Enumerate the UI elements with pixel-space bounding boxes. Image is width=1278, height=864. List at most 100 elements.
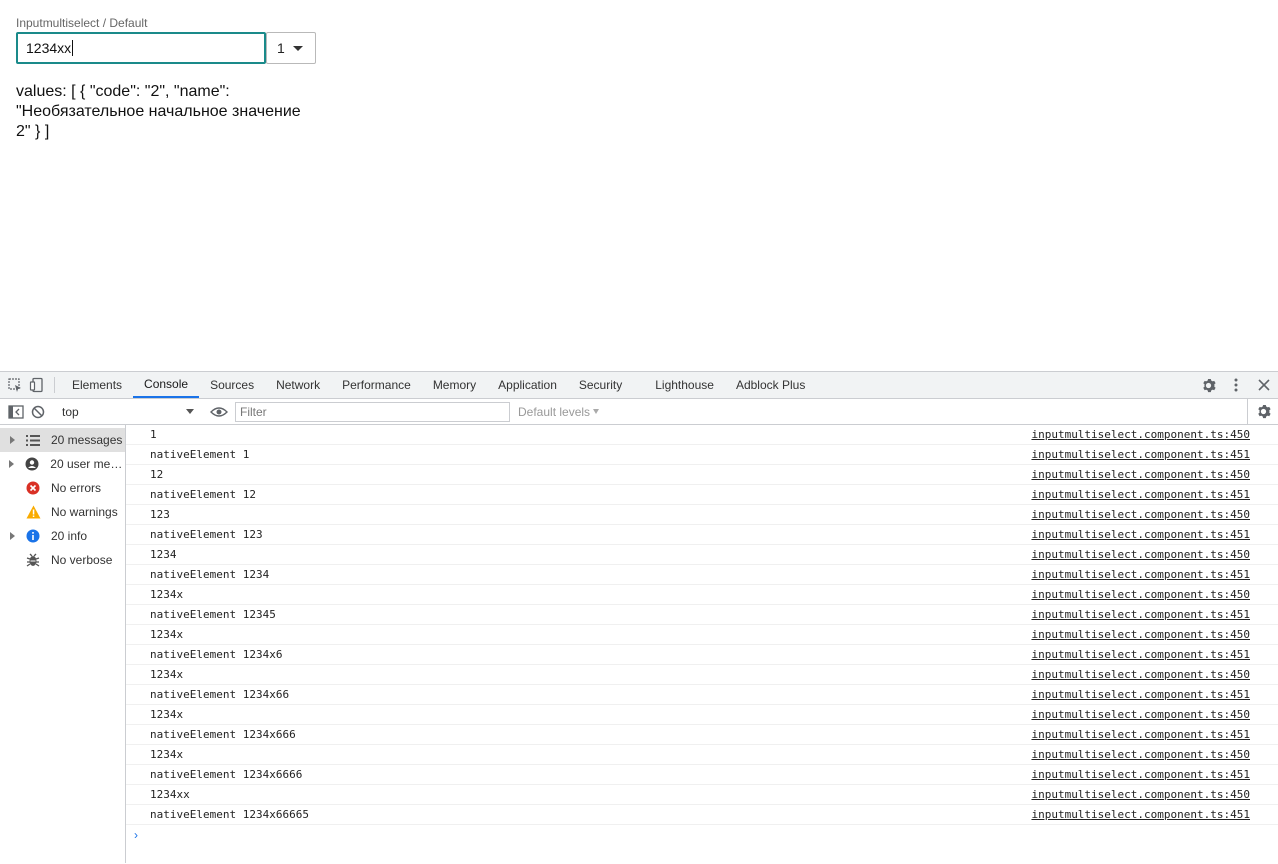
error-icon [24, 481, 42, 495]
devtools-tabbar: Elements Console Sources Network Perform… [0, 372, 1278, 399]
tab-security[interactable]: Security [568, 372, 633, 398]
log-source-link[interactable]: inputmultiselect.component.ts:451 [1031, 808, 1250, 821]
devtools-panel: Elements Console Sources Network Perform… [0, 371, 1278, 864]
log-row: 123 inputmultiselect.component.ts:450 [126, 505, 1278, 525]
log-message: nativeElement 1234x6 [150, 648, 283, 661]
sidebar-toggle-icon[interactable] [5, 404, 27, 419]
sidebar-item-label: 20 messages [51, 433, 123, 447]
log-source-link[interactable]: inputmultiselect.component.ts:450 [1031, 748, 1250, 761]
log-source-link[interactable]: inputmultiselect.component.ts:450 [1031, 468, 1250, 481]
count-dropdown[interactable]: 1 [266, 32, 316, 64]
tab-performance[interactable]: Performance [331, 372, 422, 398]
log-message: 1234x [150, 748, 184, 761]
console-settings-gear-icon[interactable] [1248, 404, 1278, 419]
log-source-link[interactable]: inputmultiselect.component.ts:450 [1031, 628, 1250, 641]
sidebar-item-verbose[interactable]: No verbose [0, 548, 125, 572]
log-source-link[interactable]: inputmultiselect.component.ts:450 [1031, 708, 1250, 721]
tab-sources[interactable]: Sources [199, 372, 265, 398]
filter-placeholder: Filter [240, 404, 267, 419]
log-source-link[interactable]: inputmultiselect.component.ts:451 [1031, 528, 1250, 541]
console-sidebar: 20 messages 20 user mes... No errors No … [0, 425, 126, 863]
log-message: 1234x [150, 708, 184, 721]
log-message: 1 [150, 428, 157, 441]
filter-input[interactable]: Filter [235, 401, 510, 422]
log-source-link[interactable]: inputmultiselect.component.ts:450 [1031, 428, 1250, 441]
sidebar-item-messages[interactable]: 20 messages [0, 428, 125, 452]
sidebar-item-label: No warnings [51, 505, 118, 519]
tab-elements[interactable]: Elements [61, 372, 133, 398]
sidebar-item-warnings[interactable]: No warnings [0, 500, 125, 524]
sidebar-item-label: No errors [51, 481, 102, 495]
log-message: nativeElement 1234x66665 [150, 808, 309, 821]
log-source-link[interactable]: inputmultiselect.component.ts:451 [1031, 568, 1250, 581]
log-message: 1234x [150, 588, 184, 601]
expand-arrow-icon[interactable] [0, 532, 24, 540]
console-body: 20 messages 20 user mes... No errors No … [0, 425, 1278, 863]
log-source-link[interactable]: inputmultiselect.component.ts:450 [1031, 788, 1250, 801]
tab-adblock-plus[interactable]: Adblock Plus [725, 372, 816, 398]
log-row: nativeElement 12345 inputmultiselect.comp… [126, 605, 1278, 625]
device-toolbar-icon[interactable] [26, 372, 48, 398]
log-row: 1234xx inputmultiselect.component.ts:450 [126, 785, 1278, 805]
sidebar-item-user-messages[interactable]: 20 user mes... [0, 452, 125, 476]
log-message: 123 [150, 508, 170, 521]
log-row: 1234x inputmultiselect.component.ts:450 [126, 625, 1278, 645]
log-row: nativeElement 1234x6666 inputmultiselect.… [126, 765, 1278, 785]
sidebar-item-label: 20 info [51, 529, 88, 543]
log-source-link[interactable]: inputmultiselect.component.ts:451 [1031, 648, 1250, 661]
log-row: 1234x inputmultiselect.component.ts:450 [126, 745, 1278, 765]
log-source-link[interactable]: inputmultiselect.component.ts:451 [1031, 688, 1250, 701]
log-source-link[interactable]: inputmultiselect.component.ts:451 [1031, 488, 1250, 501]
log-source-link[interactable]: inputmultiselect.component.ts:450 [1031, 548, 1250, 561]
log-message: nativeElement 1 [150, 448, 250, 461]
log-message: 1234xx [150, 788, 190, 801]
log-source-link[interactable]: inputmultiselect.component.ts:450 [1031, 668, 1250, 681]
context-selector[interactable]: top [58, 402, 198, 422]
more-options-icon[interactable] [1222, 378, 1250, 392]
prompt-chevron-icon: › [134, 828, 138, 842]
close-icon[interactable] [1250, 379, 1278, 391]
list-icon [24, 433, 42, 447]
tab-memory[interactable]: Memory [422, 372, 487, 398]
expand-arrow-icon[interactable] [0, 436, 24, 444]
levels-label: Default levels [518, 404, 591, 419]
tab-network[interactable]: Network [265, 372, 331, 398]
log-row: nativeElement 12 inputmultiselect.compone… [126, 485, 1278, 505]
expand-arrow-icon[interactable] [0, 460, 24, 468]
log-row: 1234 inputmultiselect.component.ts:450 [126, 545, 1278, 565]
log-row: nativeElement 1234 inputmultiselect.compo… [126, 565, 1278, 585]
log-row: nativeElement 1234x6 inputmultiselect.com… [126, 645, 1278, 665]
log-source-link[interactable]: inputmultiselect.component.ts:451 [1031, 448, 1250, 461]
tab-application[interactable]: Application [487, 372, 568, 398]
sidebar-item-label: 20 user mes... [50, 457, 125, 471]
log-row: 1234x inputmultiselect.component.ts:450 [126, 665, 1278, 685]
log-source-link[interactable]: inputmultiselect.component.ts:450 [1031, 508, 1250, 521]
multiselect-text-input[interactable]: 1234xx [16, 32, 266, 64]
console-log[interactable]: 1 inputmultiselect.component.ts:450 native… [126, 425, 1278, 863]
log-message: nativeElement 123 [150, 528, 263, 541]
eye-icon[interactable] [207, 406, 231, 418]
tab-console[interactable]: Console [133, 372, 200, 398]
log-levels-dropdown[interactable]: Default levels [518, 404, 600, 419]
sidebar-item-info[interactable]: 20 info [0, 524, 125, 548]
log-message: 12 [150, 468, 164, 481]
tab-lighthouse[interactable]: Lighthouse [633, 372, 725, 398]
chevron-down-icon [593, 409, 600, 414]
log-source-link[interactable]: inputmultiselect.component.ts:451 [1031, 608, 1250, 621]
console-prompt[interactable]: › [126, 825, 1278, 845]
log-source-link[interactable]: inputmultiselect.component.ts:451 [1031, 728, 1250, 741]
log-source-link[interactable]: inputmultiselect.component.ts:450 [1031, 588, 1250, 601]
field-label: Inputmultiselect / Default [16, 16, 148, 30]
app-page: Inputmultiselect / Default 1234xx 1 valu… [0, 0, 1278, 371]
chevron-down-icon [186, 409, 194, 414]
log-message: nativeElement 1234x6666 [150, 768, 303, 781]
sidebar-item-errors[interactable]: No errors [0, 476, 125, 500]
count-value: 1 [277, 40, 285, 56]
log-row: nativeElement 1234x66 inputmultiselect.co… [126, 685, 1278, 705]
log-row: nativeElement 123 inputmultiselect.compon… [126, 525, 1278, 545]
inspect-element-icon[interactable] [4, 372, 26, 398]
clear-console-icon[interactable] [27, 405, 49, 419]
gear-icon[interactable] [1194, 378, 1222, 393]
log-message: 1234x [150, 668, 184, 681]
log-source-link[interactable]: inputmultiselect.component.ts:451 [1031, 768, 1250, 781]
